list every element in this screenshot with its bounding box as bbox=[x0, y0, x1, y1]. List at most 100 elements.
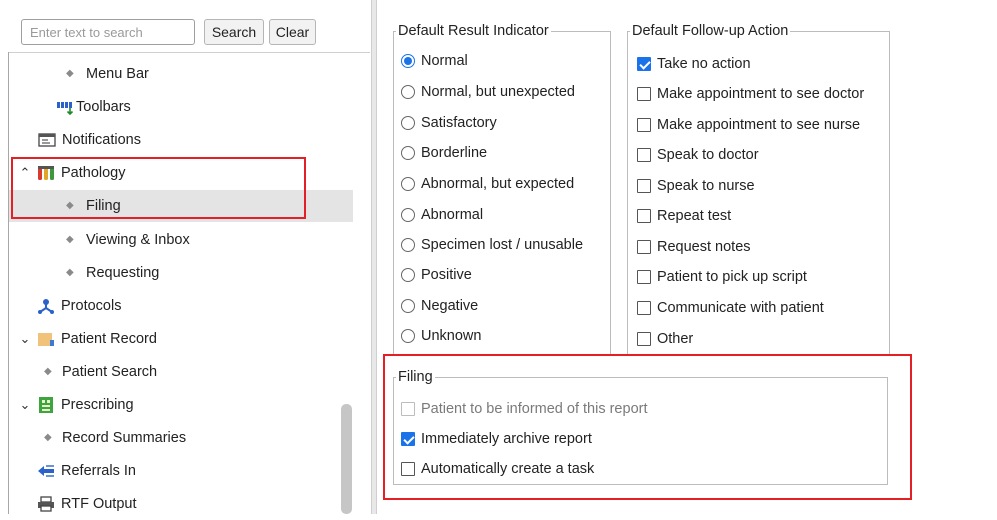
checkbox-icon[interactable] bbox=[637, 209, 651, 223]
radio-icon[interactable] bbox=[401, 299, 415, 313]
checkbox-icon[interactable] bbox=[637, 118, 651, 132]
radio-label: Normal, but unexpected bbox=[421, 84, 575, 100]
radio-abnormal-expected[interactable]: Abnormal, but expected bbox=[401, 169, 574, 199]
prescription-icon bbox=[37, 397, 55, 413]
bullet-icon: ◆ bbox=[66, 68, 74, 79]
radio-specimen-lost[interactable]: Specimen lost / unusable bbox=[401, 230, 583, 260]
tree-top-border bbox=[8, 52, 370, 53]
checkbox-speak-doctor[interactable]: Speak to doctor bbox=[637, 140, 759, 170]
radio-positive[interactable]: Positive bbox=[401, 260, 472, 290]
radio-unknown[interactable]: Unknown bbox=[401, 321, 481, 351]
checkbox-label: Repeat test bbox=[657, 208, 732, 224]
tree-item-toolbars[interactable]: Toolbars bbox=[9, 91, 353, 123]
checkbox-icon[interactable] bbox=[637, 301, 651, 315]
tree-item-label: Patient Search bbox=[62, 364, 158, 380]
checkbox-communicate-patient[interactable]: Communicate with patient bbox=[637, 293, 824, 323]
tree-item-label: Record Summaries bbox=[62, 430, 187, 446]
tree-item-patient-search[interactable]: ◆ Patient Search bbox=[9, 356, 353, 388]
radio-label: Negative bbox=[421, 298, 479, 314]
tree-item-label: Patient Record bbox=[61, 331, 157, 347]
tree-item-label: Menu Bar bbox=[86, 66, 149, 82]
tree-item-label: Requesting bbox=[86, 265, 160, 281]
tree-item-label: Protocols bbox=[61, 298, 122, 314]
search-button[interactable]: Search bbox=[204, 19, 264, 45]
radio-label: Abnormal, but expected bbox=[421, 176, 575, 192]
radio-icon[interactable] bbox=[401, 238, 415, 252]
radio-label: Abnormal bbox=[421, 207, 484, 223]
settings-tree-pane: Search Clear ◆ Menu Bar Toolbars Notific… bbox=[0, 0, 371, 514]
radio-label: Borderline bbox=[421, 145, 488, 161]
result-indicator-title: Default Result Indicator bbox=[396, 22, 551, 40]
radio-icon[interactable] bbox=[401, 146, 415, 160]
radio-icon[interactable] bbox=[401, 268, 415, 282]
tree-scrollbar[interactable] bbox=[341, 404, 352, 514]
checkbox-label: Other bbox=[657, 331, 694, 347]
printer-icon bbox=[37, 496, 55, 512]
radio-satisfactory[interactable]: Satisfactory bbox=[401, 108, 497, 138]
tree-item-record-summaries[interactable]: ◆ Record Summaries bbox=[9, 422, 353, 454]
radio-icon[interactable] bbox=[401, 329, 415, 343]
bullet-icon: ◆ bbox=[44, 432, 52, 443]
tree-item-label: Prescribing bbox=[61, 397, 134, 413]
radio-label: Normal bbox=[421, 53, 468, 69]
tree-item-protocols[interactable]: Protocols bbox=[9, 290, 353, 322]
checkbox-label: Take no action bbox=[657, 56, 751, 72]
checkbox-speak-nurse[interactable]: Speak to nurse bbox=[637, 171, 755, 201]
radio-label: Satisfactory bbox=[421, 115, 497, 131]
tree-item-viewing-inbox[interactable]: ◆ Viewing & Inbox bbox=[9, 224, 353, 256]
checkbox-icon[interactable] bbox=[637, 148, 651, 162]
tree-item-notifications[interactable]: Notifications bbox=[9, 124, 353, 156]
checkbox-pick-up-script[interactable]: Patient to pick up script bbox=[637, 262, 807, 292]
radio-normal-unexpected[interactable]: Normal, but unexpected bbox=[401, 77, 575, 107]
tree-item-label: Viewing & Inbox bbox=[86, 232, 190, 248]
radio-negative[interactable]: Negative bbox=[401, 291, 478, 321]
radio-label: Specimen lost / unusable bbox=[421, 237, 584, 253]
radio-label: Positive bbox=[421, 267, 472, 283]
checkbox-label: Request notes bbox=[657, 239, 751, 255]
checkbox-icon[interactable] bbox=[637, 332, 651, 346]
radio-icon[interactable] bbox=[401, 85, 415, 99]
radio-icon[interactable] bbox=[401, 177, 415, 191]
highlight-box-pathology bbox=[11, 157, 306, 219]
radio-selected-icon[interactable] bbox=[401, 54, 415, 68]
checkbox-repeat-test[interactable]: Repeat test bbox=[637, 201, 731, 231]
pane-splitter[interactable] bbox=[371, 0, 377, 514]
bullet-icon: ◆ bbox=[66, 267, 74, 278]
checkbox-label: Make appointment to see doctor bbox=[657, 86, 865, 102]
checkbox-icon[interactable] bbox=[637, 87, 651, 101]
highlight-box-filing bbox=[383, 354, 912, 500]
radio-normal[interactable]: Normal bbox=[401, 46, 468, 76]
checkbox-icon[interactable] bbox=[637, 270, 651, 284]
checkbox-icon[interactable] bbox=[637, 240, 651, 254]
checkbox-label: Speak to nurse bbox=[657, 178, 755, 194]
checkbox-icon[interactable] bbox=[637, 179, 651, 193]
radio-abnormal[interactable]: Abnormal bbox=[401, 200, 483, 230]
followup-action-title: Default Follow-up Action bbox=[630, 22, 791, 40]
radio-borderline[interactable]: Borderline bbox=[401, 138, 487, 168]
clear-button[interactable]: Clear bbox=[269, 19, 316, 45]
radio-icon[interactable] bbox=[401, 116, 415, 130]
search-input[interactable] bbox=[21, 19, 195, 45]
checkbox-appointment-nurse[interactable]: Make appointment to see nurse bbox=[637, 110, 860, 140]
tree-item-referrals-in[interactable]: Referrals In bbox=[9, 455, 353, 487]
chevron-down-icon[interactable]: ⌄ bbox=[17, 323, 33, 355]
checkbox-appointment-doctor[interactable]: Make appointment to see doctor bbox=[637, 79, 864, 109]
tree-item-rtf-output[interactable]: RTF Output bbox=[9, 488, 353, 520]
tree-item-requesting[interactable]: ◆ Requesting bbox=[9, 257, 353, 289]
checkbox-request-notes[interactable]: Request notes bbox=[637, 232, 751, 262]
tree-item-label: Toolbars bbox=[76, 99, 131, 115]
radio-icon[interactable] bbox=[401, 208, 415, 222]
chevron-down-icon[interactable]: ⌄ bbox=[17, 389, 33, 421]
checkbox-other[interactable]: Other bbox=[637, 324, 693, 354]
checkbox-checked-icon[interactable] bbox=[637, 57, 651, 71]
tree-item-prescribing[interactable]: ⌄ Prescribing bbox=[9, 389, 353, 421]
bullet-icon: ◆ bbox=[66, 234, 74, 245]
protocols-icon bbox=[37, 298, 55, 314]
tree-item-label: RTF Output bbox=[61, 496, 137, 512]
tree-item-patient-record[interactable]: ⌄ Patient Record bbox=[9, 323, 353, 355]
tree-item-menu-bar[interactable]: ◆ Menu Bar bbox=[9, 58, 353, 90]
tree-item-label: Notifications bbox=[62, 132, 141, 148]
radio-label: Unknown bbox=[421, 328, 482, 344]
checkbox-take-no-action[interactable]: Take no action bbox=[637, 49, 751, 79]
notifications-icon bbox=[38, 132, 56, 148]
